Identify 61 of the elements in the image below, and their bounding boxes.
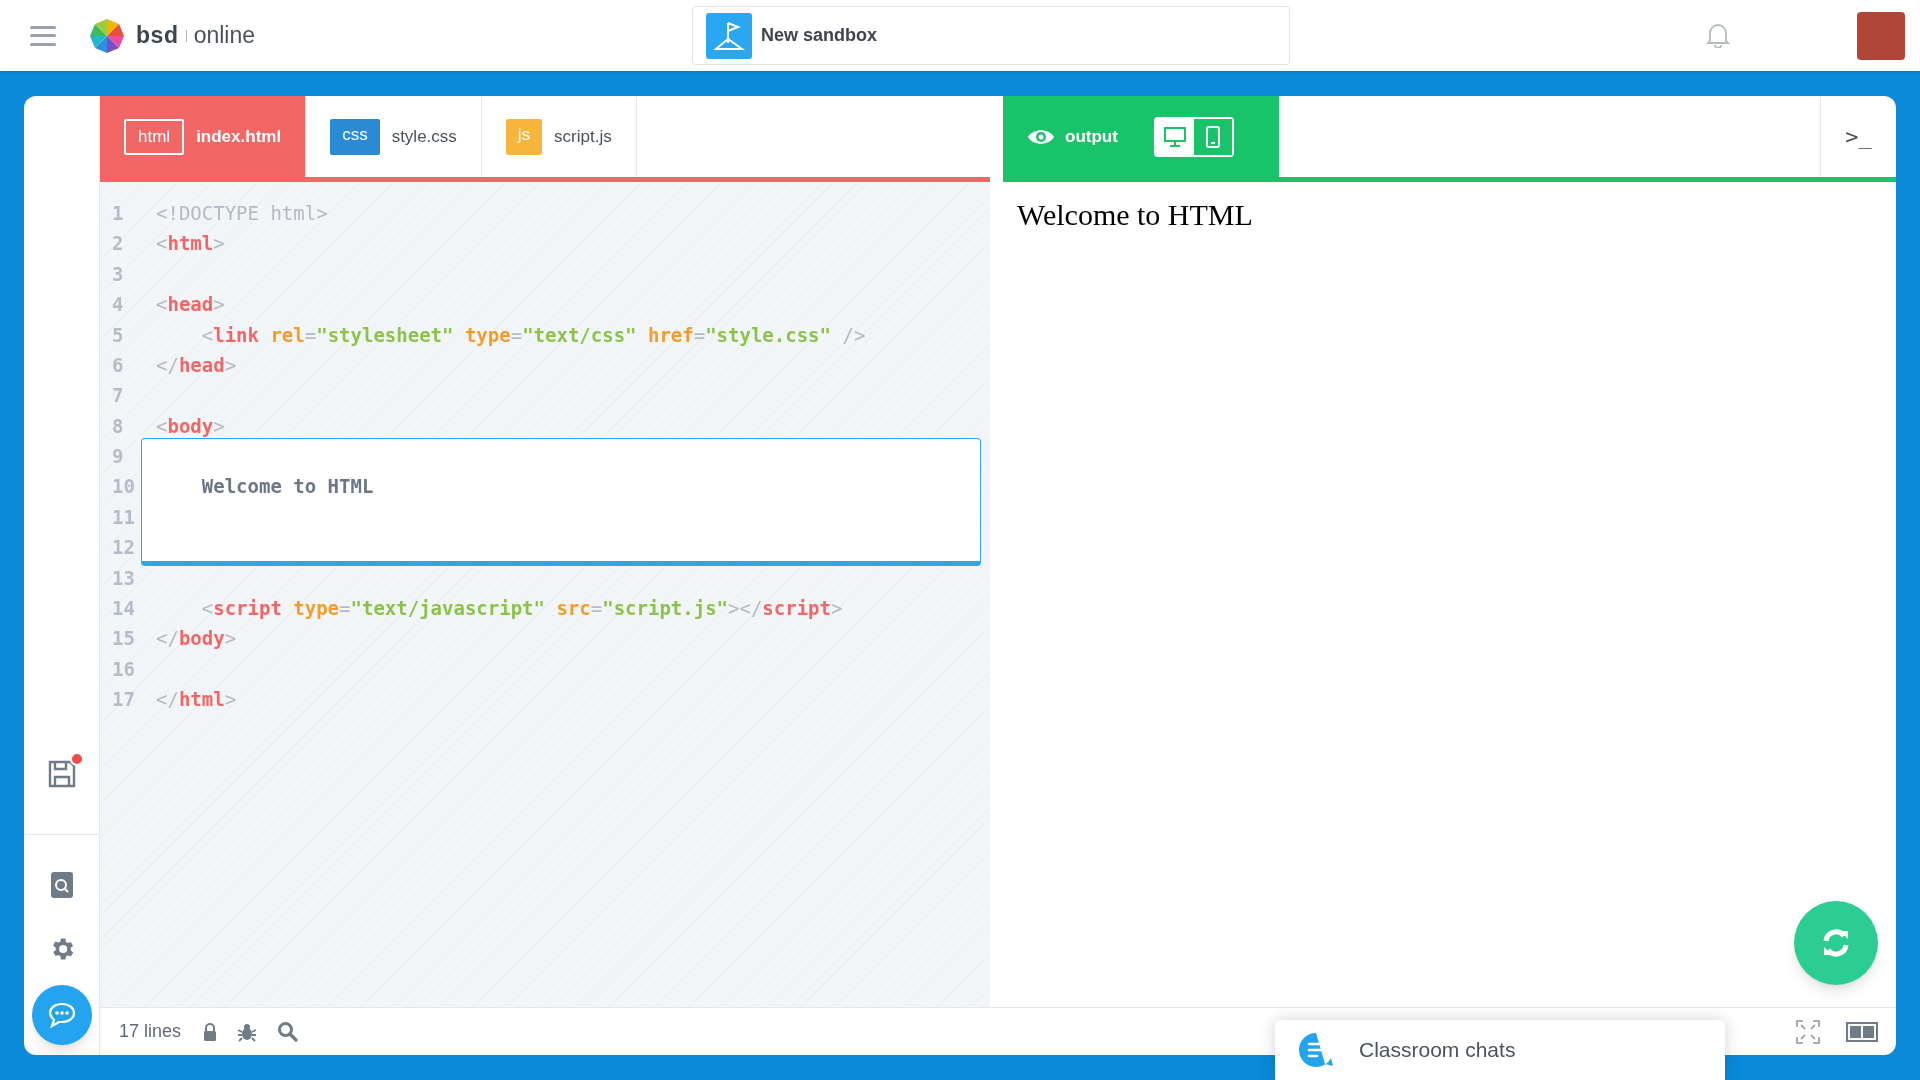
code-line: <head>	[156, 292, 225, 318]
search-icon[interactable]	[277, 1021, 299, 1042]
line-number: 6	[111, 352, 125, 378]
monitor-icon	[1163, 126, 1186, 147]
file-type-badge: js	[505, 118, 543, 155]
book-search-icon[interactable]	[49, 871, 74, 899]
line-number: 1	[111, 200, 125, 226]
line-number: 17	[111, 687, 136, 713]
line-number: 8	[111, 413, 125, 439]
file-name: style.css	[391, 125, 457, 148]
output-label: output	[1065, 125, 1118, 148]
chat-icon	[1298, 1032, 1334, 1068]
line-number: 2	[111, 231, 125, 257]
line-number: 15	[111, 626, 136, 652]
line-number: 12	[111, 535, 136, 561]
chat-panel-title: Classroom chats	[1359, 1037, 1516, 1064]
notification-bell-icon[interactable]	[1706, 22, 1730, 48]
code-line: <html>	[156, 231, 225, 257]
line-number: 11	[111, 504, 136, 530]
line-number: 14	[111, 596, 136, 621]
code-editor[interactable]	[100, 182, 990, 1007]
sandbox-title: New sandbox	[761, 24, 878, 47]
sandbox-title-box[interactable]: New sandbox	[692, 6, 1290, 65]
code-line: <body>	[156, 413, 225, 439]
chat-bubble-icon	[48, 1002, 76, 1028]
line-number: 4	[111, 292, 125, 318]
line-number: 13	[111, 565, 136, 591]
fullscreen-icon[interactable]	[1796, 1019, 1820, 1044]
desktop-view-button[interactable]	[1155, 118, 1194, 155]
line-number: 16	[111, 656, 136, 682]
code-line: </html>	[156, 687, 237, 713]
line-number: 5	[111, 322, 125, 348]
file-type-badge: css	[330, 118, 380, 155]
code-line: <!DOCTYPE html>	[156, 200, 328, 226]
lock-icon[interactable]	[203, 1022, 218, 1041]
file-name: index.html	[196, 125, 282, 148]
code-line: <script type="text/javascript" src="script.js"></script>	[200, 596, 843, 621]
bug-icon[interactable]	[237, 1021, 258, 1042]
file-type-badge: html	[124, 118, 185, 155]
brand-name: bsd	[136, 21, 179, 51]
output-text: Welcome to HTML	[1017, 197, 1253, 233]
chat-panel[interactable]: Classroom chats	[1275, 1020, 1725, 1080]
split-view-icon[interactable]	[1846, 1021, 1878, 1042]
code-line: Welcome to HTML	[200, 474, 374, 500]
file-name: script.js	[554, 125, 612, 148]
flag-icon	[706, 12, 752, 59]
chat-button[interactable]	[32, 985, 92, 1045]
logo-icon	[89, 17, 125, 54]
line-number: 10	[111, 474, 136, 500]
line-count: 17 lines	[119, 1020, 182, 1043]
line-number: 7	[111, 383, 125, 409]
brand-suffix: online	[193, 21, 255, 51]
console-button[interactable]: >_	[1820, 96, 1896, 177]
save-icon	[47, 760, 76, 788]
code-line: </head>	[156, 352, 237, 378]
code-line: <link rel="stylesheet" type="text/css" href="style.css" />	[200, 322, 866, 348]
code-line: </body>	[156, 626, 237, 652]
menu-button[interactable]	[30, 25, 56, 46]
line-number: 3	[111, 261, 125, 287]
line-number: 9	[111, 444, 125, 470]
phone-icon	[1205, 125, 1220, 148]
